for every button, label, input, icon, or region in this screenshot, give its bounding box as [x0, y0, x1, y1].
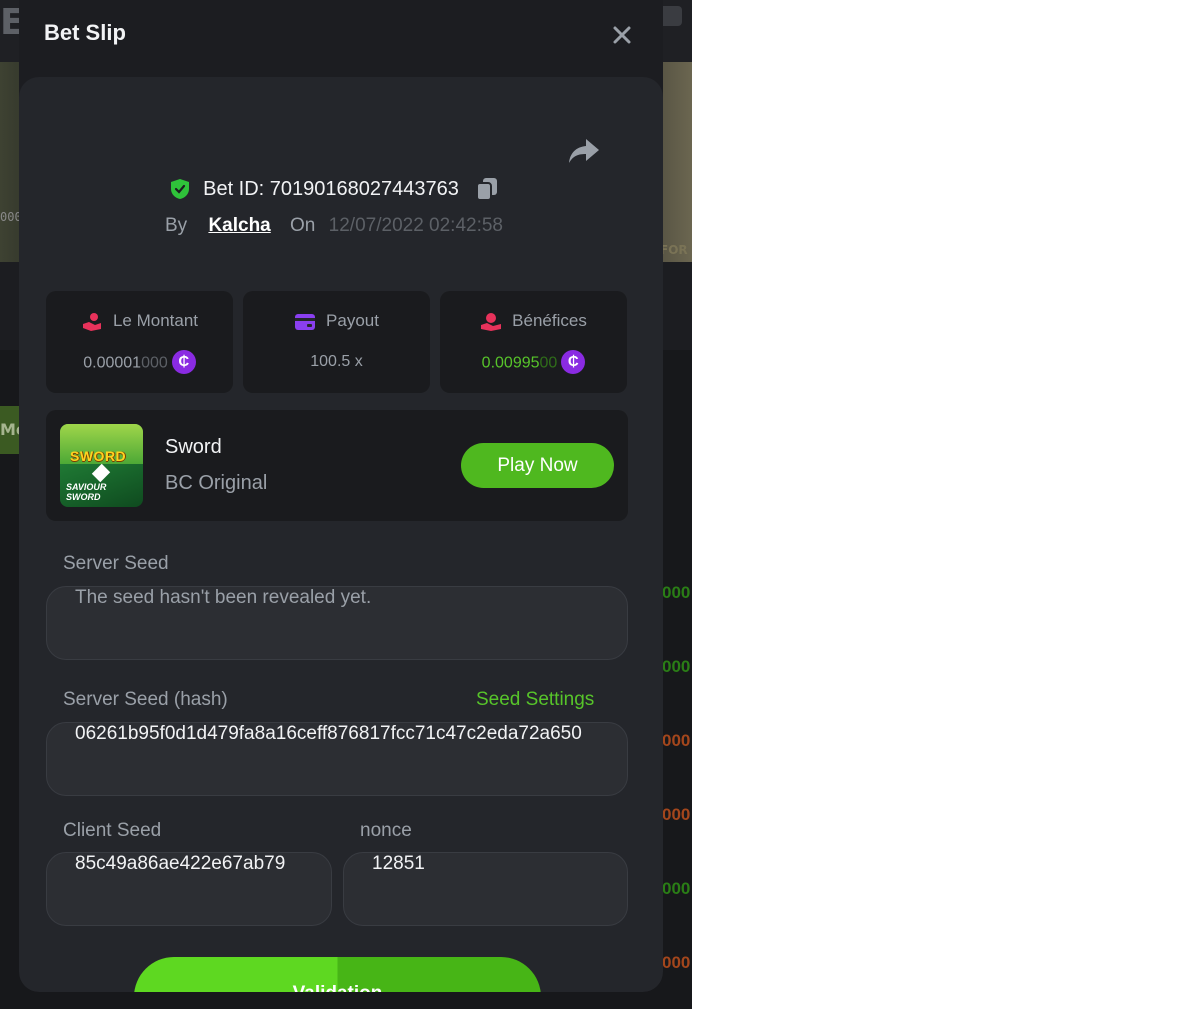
background-number: 000 [662, 731, 691, 750]
amount-dim: 000 [141, 354, 168, 372]
stat-profit-label: Bénéfices [512, 311, 587, 330]
stat-profit-value: 0.0099500 ₵ [440, 350, 627, 374]
stat-profit-header: Bénéfices [440, 311, 627, 332]
thumbnail-subtitle: SAVIOUR SWORD [66, 482, 106, 502]
money-hand-icon [82, 312, 101, 331]
bet-details-card: Bet ID: 70190168027443763 By Kalcha On 1… [19, 77, 663, 992]
bet-slip-modal: Bet Slip Bet ID: 70190168027443763 By Ka… [19, 0, 663, 992]
bet-date: 12/07/2022 02:42:58 [328, 215, 504, 236]
stat-profit: Bénéfices 0.0099500 ₵ [440, 291, 627, 393]
bet-id: Bet ID: 70190168027443763 [203, 177, 459, 200]
server-hash-field[interactable]: 06261b95f0d1d479fa8a16ceff876817fcc71c47… [46, 722, 628, 796]
validate-button[interactable]: Validation [134, 957, 541, 992]
stat-amount-header: Le Montant [46, 311, 233, 332]
modal-title: Bet Slip [44, 20, 126, 45]
stat-payout-value: 100.5 x [243, 353, 430, 371]
stat-amount-value: 0.00001000 ₵ [46, 350, 233, 374]
stat-payout: Payout 100.5 x [243, 291, 430, 393]
profit-hand-icon [481, 312, 502, 331]
background-number: 000 [662, 953, 691, 972]
stat-payout-label: Payout [326, 311, 379, 330]
seed-settings-link[interactable]: Seed Settings [476, 689, 594, 711]
username-link[interactable]: Kalcha [208, 215, 270, 236]
server-seed-field[interactable]: The seed hasn't been revealed yet. [46, 586, 628, 660]
play-now-button[interactable]: Play Now [461, 443, 614, 488]
client-seed-field[interactable]: 85c49a86ae422e67ab79 [46, 852, 332, 926]
background-number: 000 [662, 879, 691, 898]
close-icon[interactable] [607, 20, 637, 50]
share-icon[interactable] [568, 137, 600, 165]
server-hash-label: Server Seed (hash) [63, 689, 228, 710]
bet-meta-row: By Kalcha On 12/07/2022 02:42:58 [19, 215, 649, 237]
profit-main: 0.00995 [481, 354, 540, 372]
amount-main: 0.00001 [83, 354, 142, 372]
verified-shield-icon [171, 179, 190, 199]
profit-dim: 00 [539, 354, 558, 372]
thumbnail-subtitle-text: SAVIOUR SWORD [66, 482, 107, 502]
nonce-field[interactable]: 12851 [343, 852, 628, 926]
game-card: SWORD SAVIOUR SWORD Sword BC Original Pl… [46, 410, 628, 521]
stat-amount: Le Montant 0.00001000 ₵ [46, 291, 233, 393]
card-icon [295, 313, 316, 330]
bet-id-row: Bet ID: 70190168027443763 [19, 177, 649, 201]
coin-icon: ₵ [171, 350, 196, 374]
game-name[interactable]: Sword [165, 436, 222, 459]
by-label: By [164, 215, 188, 236]
copy-icon[interactable] [475, 177, 498, 201]
stat-payout-header: Payout [243, 311, 430, 332]
client-seed-label: Client Seed [63, 820, 162, 841]
nonce-label: nonce [360, 820, 412, 841]
background-number: 000 [662, 583, 691, 602]
payout-main: 100.5 x [310, 353, 363, 370]
game-provider: BC Original [165, 472, 268, 494]
background-number: 000 [662, 805, 691, 824]
stat-amount-label: Le Montant [112, 311, 199, 330]
background-number: 000 [662, 657, 691, 676]
on-label: On [290, 215, 316, 236]
validate-button-label: Validation [134, 983, 541, 992]
thumbnail-title: SWORD [70, 448, 127, 464]
server-seed-label: Server Seed [63, 553, 169, 574]
coin-icon: ₵ [561, 350, 586, 374]
background-right-text: FOR [660, 243, 688, 257]
game-thumbnail[interactable]: SWORD SAVIOUR SWORD [60, 424, 143, 507]
card-symbol-icon [91, 463, 111, 483]
